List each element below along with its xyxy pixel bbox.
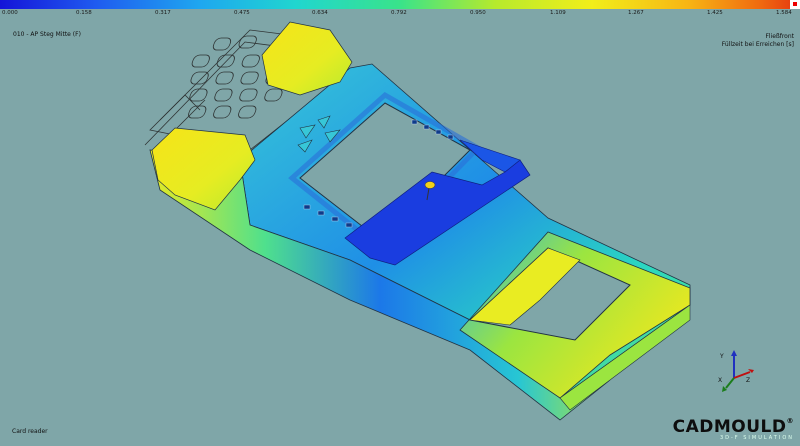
z-axis-label: Z	[746, 377, 750, 384]
3d-viewport[interactable]	[0, 0, 800, 446]
y-axis-arrowhead	[731, 350, 737, 356]
x-axis-arrow	[725, 377, 735, 389]
x-axis-label: X	[718, 377, 722, 384]
logo-registered: ®	[786, 417, 794, 425]
y-axis-label: Y	[719, 353, 724, 360]
axis-triad: Y Z X	[718, 350, 754, 392]
cadmould-logo: CADMOULD® 3D-F SIMULATION	[673, 417, 794, 441]
logo-name: CADMOULD	[672, 417, 787, 437]
